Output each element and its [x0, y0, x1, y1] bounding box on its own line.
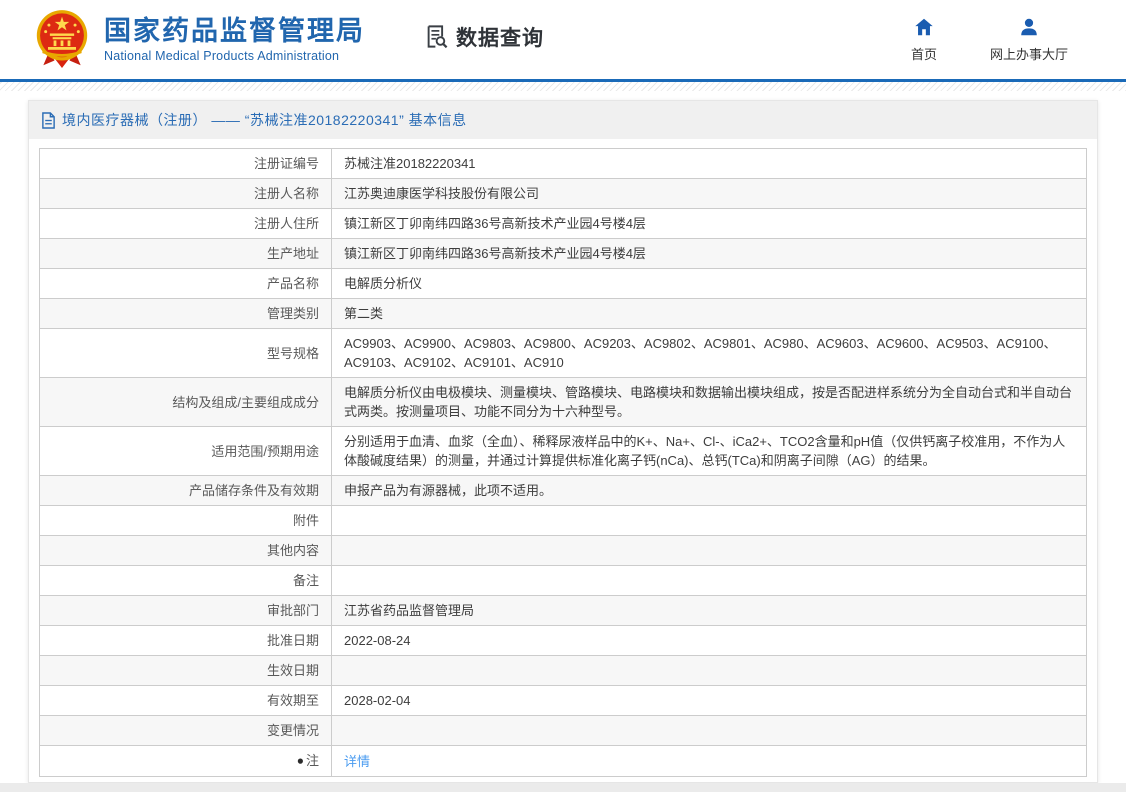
row-value: 镇江新区丁卯南纬四路36号高新技术产业园4号楼4层 [332, 239, 1087, 269]
details-link[interactable]: 详情 [344, 754, 370, 769]
row-label: 适用范围/预期用途 [40, 427, 332, 476]
page-title: 境内医疗器械（注册） —— “苏械注准20182220341” 基本信息 [62, 110, 467, 130]
row-label: 注册证编号 [40, 149, 332, 179]
table-row: 注册人名称江苏奥迪康医学科技股份有限公司 [40, 179, 1087, 209]
table-row-note: ●注 详情 [40, 746, 1087, 777]
row-label: 审批部门 [40, 596, 332, 626]
org-name-en: National Medical Products Administration [104, 49, 365, 63]
row-label: 变更情况 [40, 716, 332, 746]
row-value: 2028-02-04 [332, 686, 1087, 716]
table-row: 产品名称电解质分析仪 [40, 269, 1087, 299]
row-label: 型号规格 [40, 329, 332, 378]
org-name-block: 国家药品监督管理局 National Medical Products Admi… [104, 16, 365, 63]
row-label: 备注 [40, 566, 332, 596]
table-row: 有效期至2028-02-04 [40, 686, 1087, 716]
nav-item-service-hall[interactable]: 网上办事大厅 [990, 16, 1068, 63]
registration-info-table: 注册证编号苏械注准20182220341 注册人名称江苏奥迪康医学科技股份有限公… [39, 148, 1087, 777]
table-row: 产品储存条件及有效期申报产品为有源器械，此项不适用。 [40, 476, 1087, 506]
row-label: 生产地址 [40, 239, 332, 269]
row-value: 苏械注准20182220341 [332, 149, 1087, 179]
row-value [332, 536, 1087, 566]
row-label: 附件 [40, 506, 332, 536]
table-row: 变更情况 [40, 716, 1087, 746]
org-name-cn: 国家药品监督管理局 [104, 16, 365, 46]
site-header: 国家药品监督管理局 National Medical Products Admi… [0, 0, 1126, 82]
row-label: 产品名称 [40, 269, 332, 299]
table-row: 管理类别第二类 [40, 299, 1087, 329]
row-label: 注册人住所 [40, 209, 332, 239]
striped-divider [0, 82, 1126, 91]
home-icon [913, 16, 935, 38]
note-label: 注 [306, 753, 319, 768]
row-value [332, 566, 1087, 596]
national-emblem-logo [34, 9, 90, 71]
row-value [332, 716, 1087, 746]
row-value [332, 656, 1087, 686]
row-value: 电解质分析仪由电极模块、测量模块、管路模块、电路模块和数据输出模块组成，按是否配… [332, 378, 1087, 427]
table-row: 审批部门江苏省药品监督管理局 [40, 596, 1087, 626]
row-label: 产品储存条件及有效期 [40, 476, 332, 506]
header-nav: 首页 网上办事大厅 [904, 16, 1096, 63]
row-value: 电解质分析仪 [332, 269, 1087, 299]
main-content: 境内医疗器械（注册） —— “苏械注准20182220341” 基本信息 注册证… [0, 91, 1126, 783]
table-row: 生效日期 [40, 656, 1087, 686]
nav-label-home: 首页 [911, 44, 937, 63]
nav-item-home[interactable]: 首页 [904, 16, 944, 63]
page-bottom-strip [0, 783, 1126, 792]
content-box: 境内医疗器械（注册） —— “苏械注准20182220341” 基本信息 注册证… [28, 100, 1098, 783]
table-row: 注册人住所镇江新区丁卯南纬四路36号高新技术产业园4号楼4层 [40, 209, 1087, 239]
table-row: 其他内容 [40, 536, 1087, 566]
row-label-note: ●注 [40, 746, 332, 777]
row-label: 生效日期 [40, 656, 332, 686]
table-row: 生产地址镇江新区丁卯南纬四路36号高新技术产业园4号楼4层 [40, 239, 1087, 269]
row-label: 管理类别 [40, 299, 332, 329]
row-label: 其他内容 [40, 536, 332, 566]
table-row: 注册证编号苏械注准20182220341 [40, 149, 1087, 179]
document-search-icon [423, 23, 450, 50]
document-icon [41, 112, 56, 129]
row-value: 第二类 [332, 299, 1087, 329]
row-value: AC9903、AC9900、AC9803、AC9800、AC9203、AC980… [332, 329, 1087, 378]
nav-label-service-hall: 网上办事大厅 [990, 44, 1068, 63]
row-label: 批准日期 [40, 626, 332, 656]
row-value-note: 详情 [332, 746, 1087, 777]
row-value [332, 506, 1087, 536]
note-balloon-icon: ● [297, 752, 304, 771]
table-row: 批准日期2022-08-24 [40, 626, 1087, 656]
user-icon [1018, 16, 1040, 38]
page: 国家药品监督管理局 National Medical Products Admi… [0, 0, 1126, 784]
table-row: 附件 [40, 506, 1087, 536]
row-value: 2022-08-24 [332, 626, 1087, 656]
row-value: 申报产品为有源器械，此项不适用。 [332, 476, 1087, 506]
table-row: 备注 [40, 566, 1087, 596]
table-row: 结构及组成/主要组成成分电解质分析仪由电极模块、测量模块、管路模块、电路模块和数… [40, 378, 1087, 427]
row-label: 有效期至 [40, 686, 332, 716]
data-query-entry[interactable]: 数据查询 [423, 22, 544, 52]
row-value: 镇江新区丁卯南纬四路36号高新技术产业园4号楼4层 [332, 209, 1087, 239]
row-value: 分别适用于血清、血浆（全血）、稀释尿液样品中的K+、Na+、Cl-、iCa2+、… [332, 427, 1087, 476]
data-query-label: 数据查询 [456, 22, 544, 52]
info-table-container: 注册证编号苏械注准20182220341 注册人名称江苏奥迪康医学科技股份有限公… [29, 139, 1097, 782]
table-row: 适用范围/预期用途分别适用于血清、血浆（全血）、稀释尿液样品中的K+、Na+、C… [40, 427, 1087, 476]
row-label: 结构及组成/主要组成成分 [40, 378, 332, 427]
row-value: 江苏奥迪康医学科技股份有限公司 [332, 179, 1087, 209]
table-row: 型号规格AC9903、AC9900、AC9803、AC9800、AC9203、A… [40, 329, 1087, 378]
page-title-bar: 境内医疗器械（注册） —— “苏械注准20182220341” 基本信息 [29, 101, 1097, 139]
row-label: 注册人名称 [40, 179, 332, 209]
row-value: 江苏省药品监督管理局 [332, 596, 1087, 626]
